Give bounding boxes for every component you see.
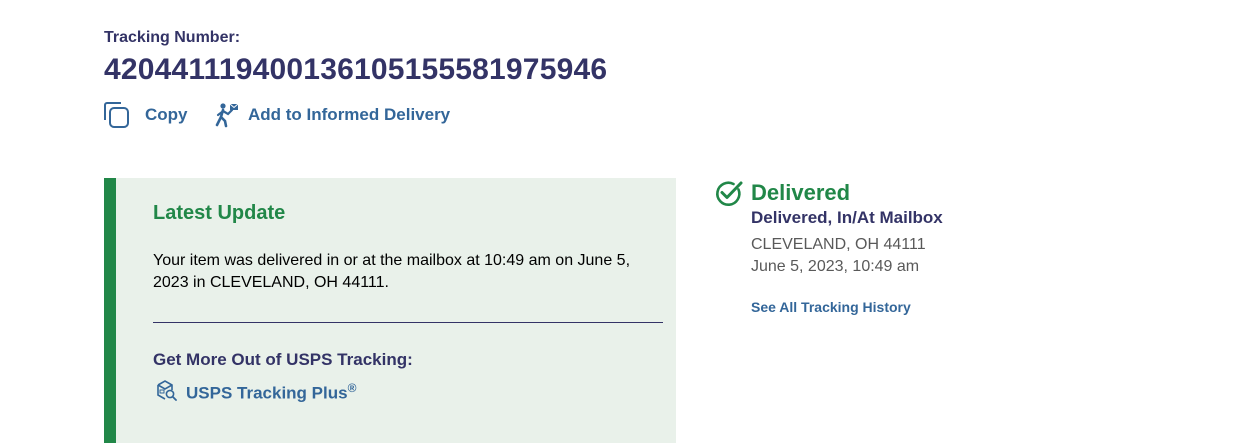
- see-all-tracking-history-link[interactable]: See All Tracking History: [751, 299, 911, 315]
- tracking-page: Tracking Number: 42044111940013610515558…: [0, 0, 1245, 443]
- latest-update-title: Latest Update: [153, 202, 286, 224]
- delivery-location: CLEVELAND, OH 44111: [751, 236, 926, 253]
- divider: [153, 322, 663, 323]
- usps-tracking-plus-link[interactable]: USPS Tracking Plus®: [156, 379, 356, 406]
- delivery-datetime: June 5, 2023, 10:49 am: [751, 258, 920, 275]
- mail-carrier-icon: [214, 102, 240, 128]
- tracking-plus-label: USPS Tracking Plus®: [186, 381, 357, 403]
- informed-delivery-label: Add to Informed Delivery: [248, 105, 451, 124]
- delivery-status-title: Delivered: [751, 180, 851, 205]
- registered-mark: ®: [347, 381, 357, 396]
- latest-update-panel: Latest Update Your item was delivered in…: [104, 178, 676, 443]
- delivery-status-detail: Delivered, In/At Mailbox: [751, 208, 943, 227]
- add-to-informed-delivery-button[interactable]: Add to Informed Delivery: [214, 101, 450, 129]
- check-circle-icon: [714, 179, 744, 212]
- tracking-number: 420441119400136105155581975946: [104, 53, 608, 86]
- package-search-icon: [156, 379, 178, 406]
- copy-label: Copy: [145, 105, 188, 124]
- copy-button[interactable]: Copy: [102, 101, 188, 129]
- tracking-number-label: Tracking Number:: [104, 29, 241, 46]
- copy-icon: [102, 101, 130, 129]
- more-tracking-heading: Get More Out of USPS Tracking:: [153, 350, 413, 369]
- latest-update-text: Your item was delivered in or at the mai…: [153, 252, 631, 291]
